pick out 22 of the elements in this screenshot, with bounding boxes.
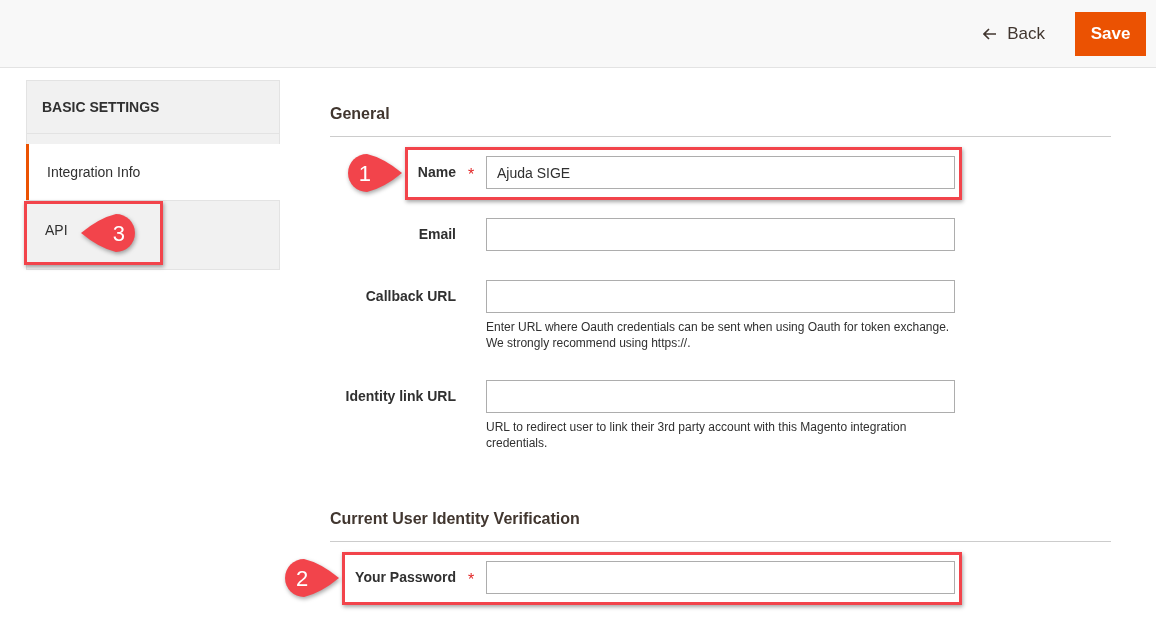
- field-label: Callback URL: [365, 287, 456, 306]
- field-label: Identity link URL: [345, 387, 456, 406]
- field-note: URL to redirect user to link their 3rd party account with this Magento integration credentials.: [486, 419, 908, 451]
- callout-marker: 1: [345, 152, 404, 194]
- field-label: Your Password: [355, 568, 456, 587]
- arrow-left-icon: [983, 27, 998, 40]
- section-title: Current User Identity Verification: [330, 507, 1111, 542]
- section-title: General: [330, 102, 1111, 137]
- callout-marker: 3: [79, 212, 137, 254]
- back-button[interactable]: Back: [983, 20, 1045, 47]
- input-field[interactable]: [486, 280, 955, 313]
- field-label: Name: [417, 163, 456, 182]
- input-field[interactable]: [486, 380, 955, 413]
- field-note: Enter URL where Oauth credentials can be sent when using Oauth for token exchange. We strongly recommend using https://.: [486, 319, 951, 351]
- input-field[interactable]: [486, 561, 955, 594]
- field-label: Email: [418, 225, 456, 244]
- sidebar-header: BASIC SETTINGS: [26, 80, 280, 134]
- input-field[interactable]: Ajuda SIGE: [486, 156, 955, 189]
- required-mark: *: [467, 569, 475, 590]
- save-button[interactable]: Save: [1075, 11, 1146, 56]
- input-field[interactable]: [486, 218, 955, 251]
- required-mark: *: [467, 164, 475, 185]
